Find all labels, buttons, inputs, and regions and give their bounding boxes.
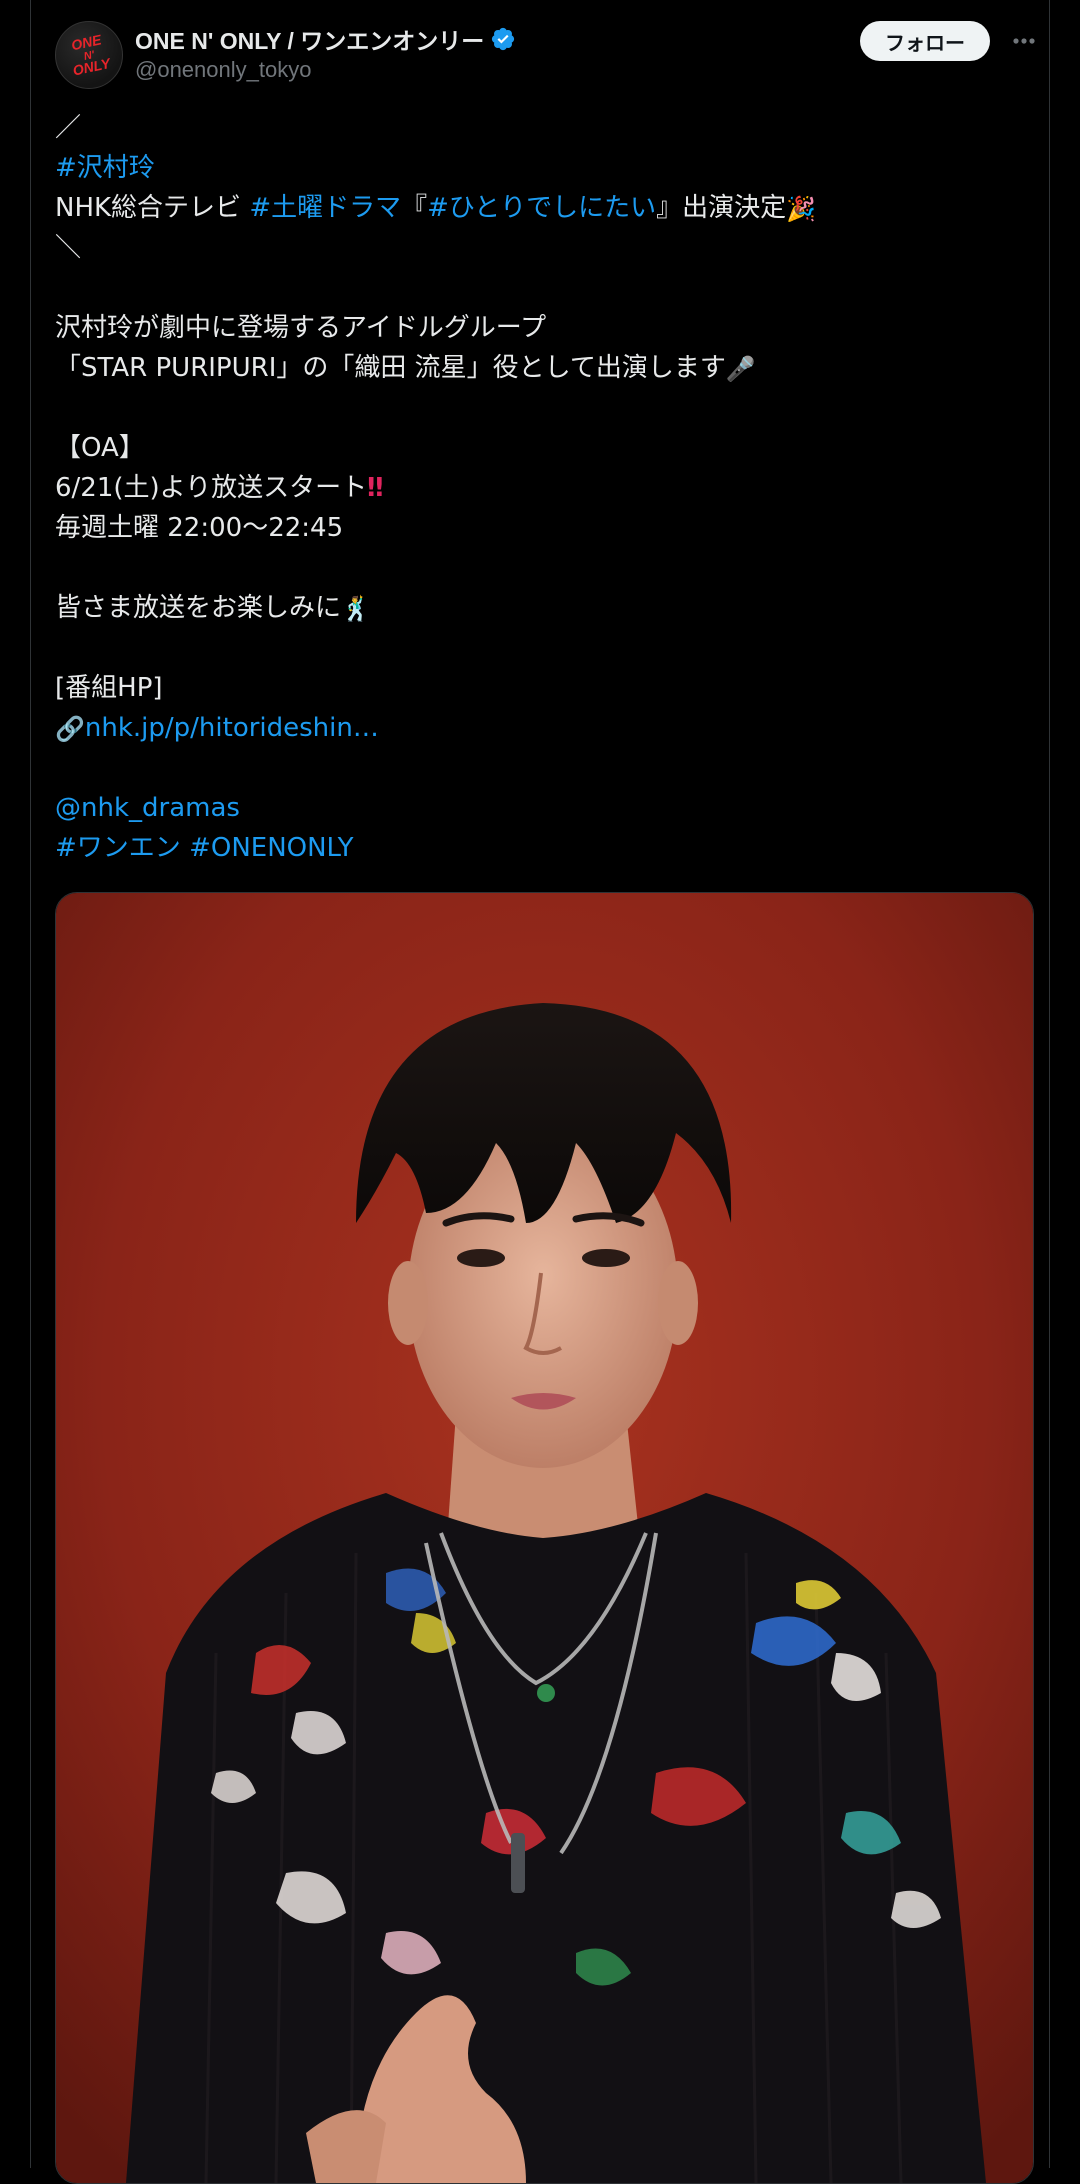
column-border-right bbox=[1049, 0, 1050, 2168]
author-name-row[interactable]: ONE N' ONLY / ワンエンオンリー bbox=[135, 22, 516, 56]
tweet-text: ／ #沢村玲 NHK総合テレビ #土曜ドラマ『#ひとりでしにたい』出演決定🎉 ＼… bbox=[55, 108, 1025, 868]
svg-text:ONLY: ONLY bbox=[71, 55, 113, 79]
oa-start-line: 6/21(土)より放送スタート‼ bbox=[55, 468, 1025, 508]
double-exclamation-icon: ‼ bbox=[367, 473, 383, 503]
role-description-line-2: 「STAR PURIPURI」の「織田 流星」役として出演します🎤 bbox=[55, 348, 1025, 388]
announcement-line: NHK総合テレビ #土曜ドラマ『#ひとりでしにたい』出演決定🎉 bbox=[55, 188, 1025, 228]
author-display-name[interactable]: ONE N' ONLY / ワンエンオンリー bbox=[135, 22, 484, 56]
party-popper-icon: 🎉 bbox=[786, 194, 817, 223]
oa-start-text: 6/21(土)より放送スタート bbox=[55, 473, 368, 503]
tweet-post[interactable]: ONE N' ONLY ONE N' ONLY / ワンエンオンリー @onen… bbox=[31, 0, 1049, 2184]
announcement-suffix: 出演決定 bbox=[682, 193, 787, 223]
link-icon: 🔗 bbox=[55, 714, 85, 743]
author-handle[interactable]: @onenonly_tokyo bbox=[135, 57, 311, 83]
hashtag-saturday-drama[interactable]: #土曜ドラマ bbox=[249, 193, 401, 223]
portrait-photo bbox=[56, 893, 1033, 2183]
tweet-photo[interactable] bbox=[55, 892, 1034, 2184]
bracket-close: 』 bbox=[656, 193, 683, 223]
closing-text: 皆さま放送をお楽しみに bbox=[55, 593, 342, 623]
homepage-link-line: 🔗nhk.jp/p/hitorideshin… bbox=[55, 708, 1025, 748]
dancing-man-icon: 🕺 bbox=[341, 594, 371, 623]
microphone-icon: 🎤 bbox=[725, 354, 756, 383]
avatar[interactable]: ONE N' ONLY bbox=[55, 21, 123, 89]
closing-line: 皆さま放送をお楽しみに🕺 bbox=[55, 588, 1025, 628]
tags-line: #ワンエン #ONENONLY bbox=[55, 828, 1025, 868]
hashtag-onenonly[interactable]: #ONENONLY bbox=[189, 833, 353, 863]
mention-nhk-dramas[interactable]: @nhk_dramas bbox=[55, 793, 240, 823]
hashtag-line: #沢村玲 bbox=[55, 148, 1025, 188]
role-description-text: 「STAR PURIPURI」の「織田 流星」役として出演します bbox=[55, 353, 726, 383]
more-options-button[interactable] bbox=[1007, 24, 1041, 58]
hashtag-wanen[interactable]: #ワンエン bbox=[55, 833, 181, 863]
deco-open-line: ／ bbox=[55, 113, 82, 143]
follow-button[interactable]: フォロー bbox=[860, 21, 990, 61]
verified-badge-icon bbox=[490, 26, 516, 52]
oa-time-line: 毎週土曜 22:00〜22:45 bbox=[55, 513, 344, 543]
deco-close-line: ＼ bbox=[55, 233, 82, 263]
tweet-header: ONE N' ONLY ONE N' ONLY / ワンエンオンリー @onen… bbox=[31, 0, 1049, 100]
homepage-link[interactable]: nhk.jp/p/hitorideshin… bbox=[85, 713, 379, 743]
bracket-open: 『 bbox=[401, 193, 428, 223]
announcement-prefix: NHK総合テレビ bbox=[55, 193, 250, 223]
avatar-logo: ONE N' ONLY bbox=[70, 31, 113, 79]
homepage-label: [番組HP] bbox=[55, 673, 163, 703]
role-description-line-1: 沢村玲が劇中に登場するアイドルグループ bbox=[55, 313, 547, 343]
hashtag-hitoride-shinitai[interactable]: #ひとりでしにたい bbox=[427, 193, 656, 223]
oa-heading: 【OA】 bbox=[55, 433, 145, 463]
mention-line: @nhk_dramas bbox=[55, 788, 1025, 828]
hashtag-sawamura-rei[interactable]: #沢村玲 bbox=[55, 153, 155, 183]
more-horizontal-icon bbox=[1013, 38, 1035, 44]
